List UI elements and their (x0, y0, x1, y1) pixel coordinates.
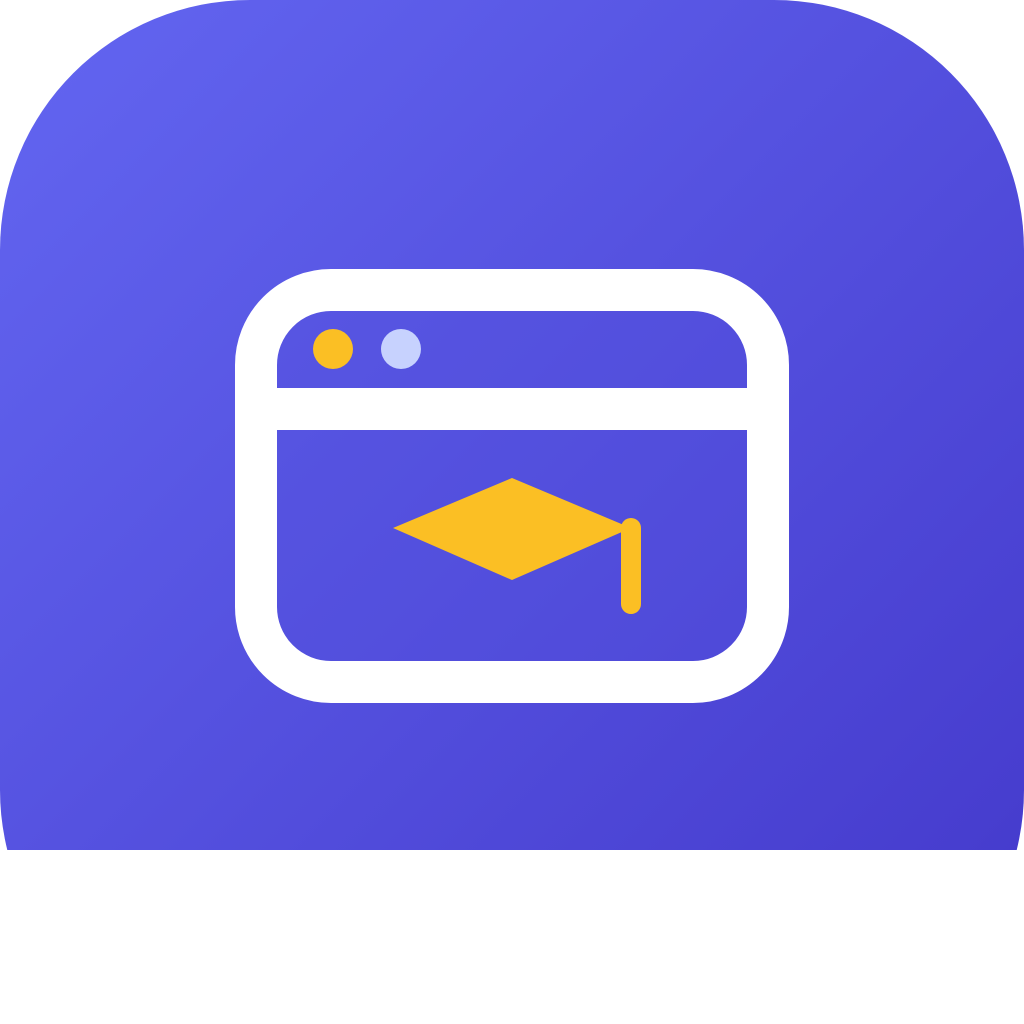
window-dot-lavender (381, 329, 421, 369)
window-dot-yellow (313, 329, 353, 369)
app-icon-canvas (0, 0, 1024, 1024)
online-learning-app-icon[interactable] (0, 0, 1024, 1024)
